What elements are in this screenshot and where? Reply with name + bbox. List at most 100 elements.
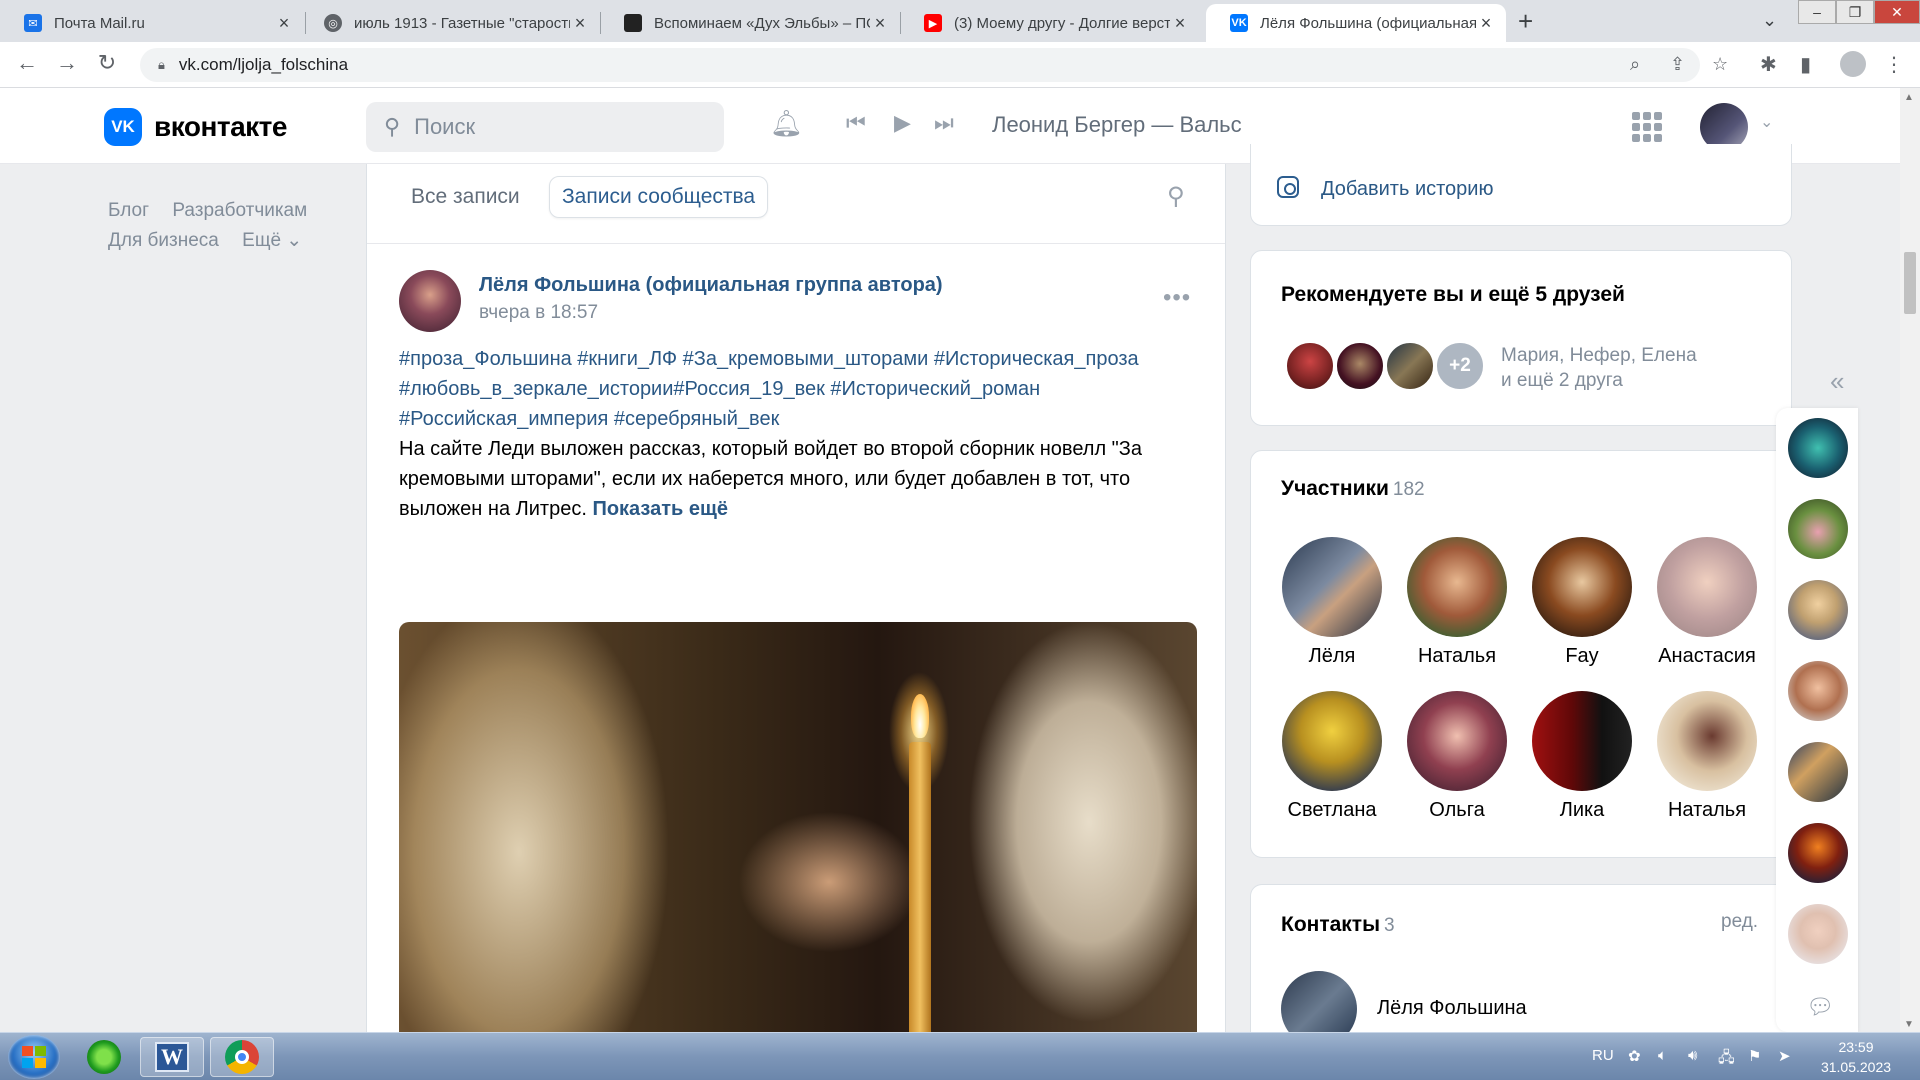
browser-tab-newspaper[interactable]: ◎ июль 1913 - Газетные "старости" × [300,4,600,42]
extensions-icon[interactable]: ✱ [1760,52,1777,77]
reload-icon[interactable]: ↻ [92,50,122,76]
profile-icon[interactable] [1840,51,1866,77]
post-hashtags[interactable]: #Российская_империя #серебряный_век [399,404,1199,434]
contact-name[interactable]: Лёля Фольшина [1377,997,1527,1020]
friend-avatar[interactable] [1788,418,1848,478]
post-photo[interactable] [399,622,1197,1032]
previous-track-icon[interactable]: ⏮︎ [846,110,866,136]
menu-link-blog[interactable]: Блог [108,200,149,221]
friend-avatar[interactable] [1385,341,1435,391]
tray-flag-icon[interactable]: ⚑ [1748,1047,1761,1065]
forward-icon[interactable]: → [52,50,82,76]
close-icon[interactable]: × [1476,13,1496,34]
post-date[interactable]: вчера в 18:57 [479,302,598,324]
next-track-icon[interactable]: ⏭︎ [934,110,954,136]
close-icon[interactable]: × [274,13,294,34]
share-icon[interactable]: ⇪ [1670,54,1685,75]
wall-search-icon[interactable]: ⚲ [1167,182,1185,211]
taskbar-clock[interactable]: 23:59 31.05.2023 [1806,1037,1906,1077]
scroll-up-icon[interactable]: ▲ [1904,92,1914,103]
members-title[interactable]: Участники 182 [1281,477,1425,501]
friend-avatar[interactable] [1285,341,1335,391]
window-close-icon[interactable]: ✕ [1874,0,1920,24]
friend-avatar[interactable] [1788,499,1848,559]
menu-link-developers[interactable]: Разработчикам [172,200,307,221]
play-icon[interactable]: ▶︎ [894,110,911,136]
member-avatar [1532,691,1632,791]
clock-time: 23:59 [1838,1039,1874,1055]
taskbar-word[interactable]: W [140,1037,204,1077]
friend-avatar[interactable] [1788,742,1848,802]
tray-speaker-icon[interactable]: 🔊︎ [1688,1047,1697,1064]
browser-tab-vk[interactable]: VK Лёля Фольшина (официальная г × [1206,4,1506,42]
collapse-chevrons-icon[interactable]: « [1830,366,1844,397]
taskbar-icq[interactable] [72,1037,136,1077]
scrollbar-thumb[interactable] [1904,252,1916,314]
tray-network-icon[interactable]: 🖧︎ [1718,1047,1735,1072]
member-item[interactable]: Fay [1527,537,1637,668]
chat-bubble-icon[interactable]: 💬︎ [1806,994,1834,1020]
lock-icon[interactable]: 🔒︎ [158,57,165,73]
start-button[interactable] [8,1035,60,1079]
back-icon[interactable]: ← [12,50,42,76]
member-item[interactable]: Лёля [1277,537,1387,668]
chevron-down-icon[interactable]: ⌄ [1760,112,1773,132]
recommend-friends[interactable]: Мария, Нефер, Елена и ещё 2 друга [1501,343,1697,393]
post-author-avatar[interactable] [399,270,461,332]
search-input[interactable]: ⚲ Поиск [366,102,724,152]
recommend-title[interactable]: Рекомендуете вы и ещё 5 друзей [1281,283,1625,307]
browser-tab-elba[interactable]: Вспоминаем «Дух Эльбы» – ПО × [600,4,900,42]
browser-tab-youtube[interactable]: ▶ (3) Моему другу - Долгие верст × [900,4,1200,42]
browser-tab-mail[interactable]: ✉ Почта Mail.ru × [0,4,304,42]
tray-volume-icon[interactable]: 🔈︎ [1658,1047,1667,1064]
scroll-down-icon[interactable]: ▼ [1904,1019,1914,1030]
member-item[interactable]: Наталья [1402,537,1512,668]
member-item[interactable]: Лика [1527,691,1637,822]
language-indicator[interactable]: RU [1592,1047,1614,1064]
friend-avatar[interactable] [1788,580,1848,640]
apps-grid-icon[interactable] [1632,112,1662,142]
tray-telegram-icon[interactable]: ➤ [1778,1047,1791,1065]
post-hashtags[interactable]: #любовь_в_зеркале_истории#Россия_19_век … [399,374,1199,404]
vk-logo-mark: VK [104,108,142,146]
tab-all-posts[interactable]: Все записи [399,176,532,218]
tab-community-posts[interactable]: Записи сообщества [549,176,769,218]
add-story-card[interactable]: Добавить историю [1250,144,1792,226]
friend-avatar[interactable] [1335,341,1385,391]
more-options-icon[interactable]: ••• [1163,284,1191,312]
close-icon[interactable]: × [1170,13,1190,34]
menu-link-more[interactable]: Ещё ⌄ [242,230,302,251]
minimize-icon[interactable]: – [1798,0,1836,24]
tray-icq-icon[interactable]: ✿ [1628,1047,1641,1065]
member-item[interactable]: Ольга [1402,691,1512,822]
friend-avatar[interactable] [1788,823,1848,883]
post-author[interactable]: Лёля Фольшина (официальная группа автора… [479,274,943,297]
new-tab-icon[interactable]: + [1518,6,1533,37]
tab-search-chevron-icon[interactable]: ⌄ [1762,10,1777,31]
friend-avatar[interactable] [1788,904,1848,964]
vk-logo[interactable]: VK вконтакте [104,108,287,146]
menu-link-business[interactable]: Для бизнеса [108,230,219,251]
close-icon[interactable]: × [870,13,890,34]
friend-avatar[interactable] [1788,661,1848,721]
notifications-bell-icon[interactable]: 🔔︎ [770,108,803,139]
members-label: Участники [1281,477,1389,500]
address-bar[interactable]: 🔒︎ vk.com/ljolja_folschina [140,48,1700,82]
member-item[interactable]: Светлана [1277,691,1387,822]
close-icon[interactable]: × [570,13,590,34]
member-item[interactable]: Анастасия [1652,537,1762,668]
more-friends-badge[interactable]: +2 [1435,341,1485,391]
now-playing-track[interactable]: Леонид Бергер — Вальс [992,112,1242,138]
post-hashtags[interactable]: #проза_Фольшина #книги_ЛФ #За_кремовыми_… [399,344,1199,374]
show-more-link[interactable]: Показать ещё [592,498,728,520]
restore-icon[interactable]: ❐ [1836,0,1874,24]
side-panel-icon[interactable]: ▮ [1800,52,1811,77]
member-item[interactable]: Наталья [1652,691,1762,822]
zoom-icon[interactable]: ⌕ [1630,54,1640,75]
contacts-edit-link[interactable]: ред. [1721,911,1758,933]
contacts-title[interactable]: Контакты 3 [1281,913,1395,937]
taskbar-chrome[interactable] [210,1037,274,1077]
browser-menu-icon[interactable]: ⋮ [1884,52,1904,77]
page-scrollbar[interactable]: ▲ ▼ [1900,88,1920,1032]
bookmark-star-icon[interactable]: ☆ [1712,54,1728,75]
